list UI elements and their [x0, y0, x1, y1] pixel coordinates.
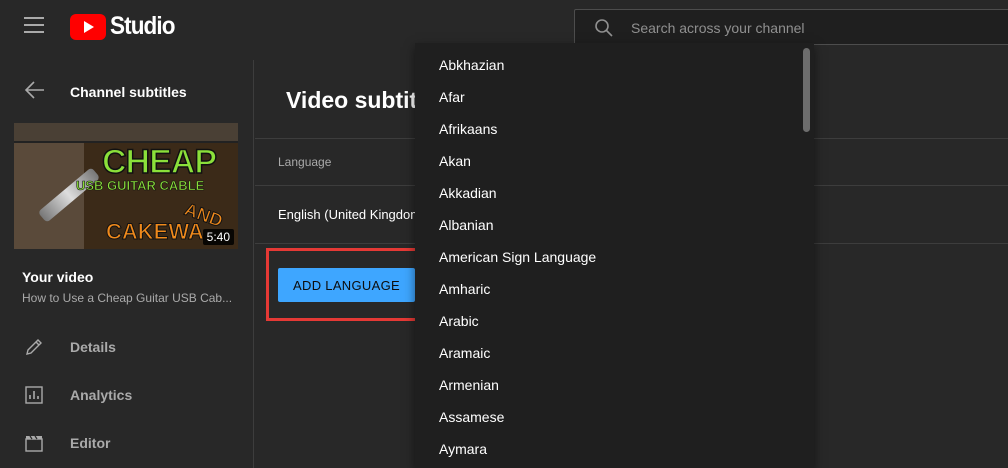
video-title: How to Use a Cheap Guitar USB Cab... [22, 291, 233, 305]
youtube-studio-logo[interactable]: Studio [70, 12, 182, 41]
dropdown-item[interactable]: Albanian [415, 210, 800, 242]
search-icon [595, 19, 613, 37]
dropdown-item-label: Aymara [439, 441, 487, 457]
dropdown-item[interactable]: Afrikaans [415, 114, 800, 146]
scrollbar-thumb[interactable] [803, 48, 810, 132]
your-video-label: Your video [22, 269, 94, 285]
video-thumbnail[interactable]: CHEAP USB GUITAR CABLE CAKEWA AND 5:40 [14, 123, 238, 249]
dropdown-item[interactable]: Afar [415, 82, 800, 114]
add-language-button[interactable]: ADD LANGUAGE [278, 268, 415, 302]
sidebar-item-analytics[interactable]: Analytics [0, 371, 253, 419]
sidebar-item-details[interactable]: Details [0, 323, 253, 371]
dropdown-item[interactable]: Amharic [415, 274, 800, 306]
column-header-language: Language [278, 155, 332, 169]
search-box[interactable]: Search across your channel [574, 9, 1008, 45]
video-duration-badge: 5:40 [202, 229, 234, 245]
youtube-logo-icon [70, 13, 106, 40]
dropdown-item[interactable]: Aramaic [415, 338, 800, 370]
thumbnail-text-cheap: CHEAP [101, 142, 218, 182]
sidebar-title: Channel subtitles [70, 84, 187, 100]
dropdown-item-label: Afar [439, 89, 465, 105]
dropdown-item-label: Amharic [439, 281, 491, 297]
dropdown-item[interactable]: American Sign Language [415, 242, 800, 274]
dropdown-scrollbar[interactable] [801, 43, 814, 468]
dropdown-item-label: Akkadian [439, 185, 497, 201]
search-placeholder[interactable]: Search across your channel [631, 20, 805, 36]
logo-text: Studio [110, 12, 175, 40]
dropdown-item-label: American Sign Language [439, 249, 597, 265]
sidebar: Channel subtitles CHEAP USB GUITAR CABLE… [0, 60, 254, 468]
sidebar-item-editor[interactable]: Editor [0, 419, 253, 467]
dropdown-item[interactable]: Akan [415, 146, 800, 178]
dropdown-item[interactable]: Arabic [415, 306, 800, 338]
dropdown-item-label: Arabic [439, 313, 479, 329]
back-arrow-icon[interactable] [24, 80, 46, 100]
clapperboard-icon [25, 435, 43, 452]
dropdown-item-label: Albanian [439, 217, 494, 233]
analytics-icon [25, 386, 43, 404]
sidebar-item-label: Analytics [70, 387, 133, 403]
thumbnail-daw-toolbar [14, 123, 238, 143]
dropdown-item-label: Akan [439, 153, 471, 169]
thumbnail-text-cakewalk: CAKEWA [106, 219, 205, 245]
dropdown-item[interactable]: Abkhazian [415, 50, 800, 82]
language-dropdown[interactable]: Abkhazian Afar Afrikaans Akan Akkadian A… [415, 43, 814, 468]
dropdown-item-label: Armenian [439, 377, 499, 393]
dropdown-item[interactable]: Assamese [415, 402, 800, 434]
menu-icon[interactable] [24, 17, 44, 35]
dropdown-item-label: Aramaic [439, 345, 491, 361]
language-cell[interactable]: English (United Kingdom) [278, 207, 425, 222]
dropdown-item[interactable]: Armenian [415, 370, 800, 402]
dropdown-item[interactable]: Aymara [415, 434, 800, 466]
dropdown-item[interactable]: Akkadian [415, 178, 800, 210]
pencil-icon [26, 339, 42, 355]
thumbnail-text-usb: USB GUITAR CABLE [76, 178, 205, 194]
sidebar-item-label: Editor [70, 435, 111, 451]
dropdown-item-label: Assamese [439, 409, 505, 425]
dropdown-item-label: Afrikaans [439, 121, 498, 137]
dropdown-item-label: Abkhazian [439, 57, 505, 73]
sidebar-item-label: Details [70, 339, 116, 355]
